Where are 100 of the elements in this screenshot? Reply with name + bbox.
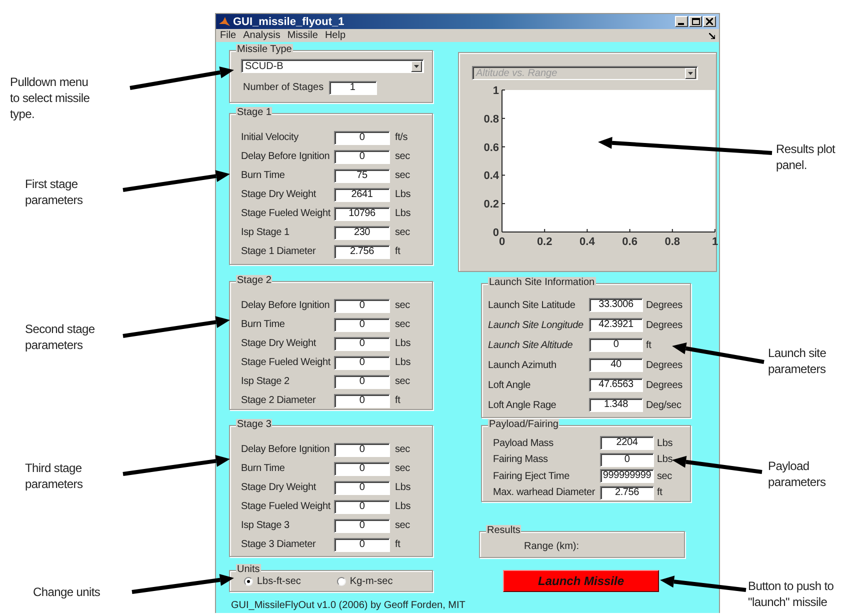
tick-label: 0.2	[536, 236, 552, 248]
unit-label: ft	[395, 246, 402, 257]
field-label: Fairing Eject Time	[493, 470, 570, 482]
field-label: Isp Stage 1	[241, 227, 290, 238]
input-field[interactable]: 0	[334, 150, 390, 164]
input-field[interactable]: 0	[334, 394, 390, 408]
input-field[interactable]: 10796	[334, 206, 390, 220]
tick-label: 0	[492, 227, 499, 239]
field-label: Delay Before Ignition	[241, 151, 329, 162]
input-field[interactable]: 2204	[600, 436, 654, 450]
unit-label: Lbs	[657, 438, 674, 449]
tick-label: 0.8	[484, 113, 499, 126]
field-label: Isp Stage 3	[241, 520, 290, 531]
app-icon	[219, 16, 230, 27]
unit-label: Deg/sec	[646, 400, 682, 410]
unit-label: Degrees	[646, 380, 684, 390]
tick-label: 0.6	[622, 236, 638, 248]
callout-text: Launch site parameters	[768, 346, 826, 376]
field-label: Stage 3 Diameter	[241, 539, 317, 550]
tick-label: 0.8	[664, 236, 680, 248]
menu-item[interactable]: Missile	[287, 30, 318, 41]
input-field[interactable]: 33.3006	[589, 298, 643, 312]
tick-label: 0.4	[484, 170, 499, 182]
footer-text: GUI_MissileFlyOut v1.0 (2006) by Geoff Forden, MIT	[231, 600, 466, 611]
unit-label: sec	[395, 520, 411, 531]
input-field[interactable]: 47.6563	[589, 378, 643, 392]
input-field[interactable]: 1	[328, 80, 377, 94]
missile-dropdown[interactable]: SCUD-B	[241, 59, 424, 73]
input-field[interactable]: 0	[334, 318, 390, 332]
field-label: Burn Time	[241, 170, 286, 181]
field-label: Stage 1 Diameter	[241, 246, 317, 257]
field-label: Stage Fueled Weight	[241, 357, 329, 368]
unit-label: Lbs	[395, 357, 412, 368]
input-field[interactable]: 0	[334, 298, 390, 312]
input-field[interactable]: 0	[600, 452, 654, 467]
launch-button[interactable]: Launch Missile	[503, 570, 659, 592]
arrow-icon[interactable]	[709, 32, 715, 38]
callout-text: Third stage parameters	[25, 461, 83, 491]
input-field[interactable]: 0	[334, 336, 390, 350]
input-field[interactable]: 0	[334, 356, 390, 370]
group-title: Stage 3	[236, 419, 272, 431]
field-label: Stage Fueled Weight	[241, 208, 329, 219]
input-field[interactable]: 1.348	[589, 398, 643, 412]
menu-item[interactable]: File	[220, 30, 236, 41]
tick-label: 1	[712, 236, 718, 248]
window-title: GUI_missile_flyout_1	[233, 16, 346, 28]
radio-button[interactable]	[336, 577, 346, 586]
unit-label: Lbs	[395, 501, 412, 512]
field-label: Stage Dry Weight	[241, 189, 318, 200]
input-field[interactable]: 42.3921	[589, 318, 643, 332]
tick-label: 0	[498, 236, 506, 248]
caret-icon	[685, 68, 696, 78]
unit-label: ft	[657, 487, 664, 498]
field-label: Launch Site Longitude	[488, 320, 584, 330]
input-field[interactable]: 0	[334, 518, 390, 532]
input-field[interactable]: 0	[589, 338, 643, 352]
input-field[interactable]: 0	[334, 130, 390, 144]
menu-item[interactable]: Analysis	[243, 30, 280, 41]
input-field[interactable]: 0	[334, 538, 390, 552]
unit-label: sec	[395, 151, 411, 162]
unit-label: ft	[395, 395, 402, 406]
input-field[interactable]: 2641	[334, 188, 390, 202]
input-field[interactable]: 0	[334, 374, 390, 388]
tick-label: 0.2	[484, 198, 499, 211]
field-label: Fairing Mass	[493, 454, 549, 466]
field-label: Number of Stages	[243, 82, 324, 93]
input-field[interactable]: 0	[334, 500, 390, 514]
input-field[interactable]: 0	[334, 442, 390, 456]
unit-label: Degrees	[646, 360, 684, 370]
group-title: Missile Type	[236, 44, 293, 56]
field-label: Launch Site Altitude	[488, 340, 574, 350]
maximize-button[interactable]	[689, 16, 702, 27]
close-icon	[706, 18, 713, 25]
close-button[interactable]	[703, 16, 716, 27]
unit-label: sec	[395, 170, 411, 181]
field-label: Delay Before Ignition	[241, 444, 329, 455]
menu-item[interactable]: Help	[324, 30, 346, 41]
input-field[interactable]: 75	[334, 168, 390, 182]
input-field[interactable]: 40	[589, 358, 643, 372]
tick-label: 0.6	[484, 142, 499, 154]
unit-label: sec	[657, 470, 673, 482]
input-field[interactable]: 0	[334, 462, 390, 476]
callout-text: Second stage parameters	[25, 322, 95, 352]
radio-label: Kg-m-sec	[350, 576, 393, 587]
field-label: Delay Before Ignition	[241, 300, 329, 311]
input-field[interactable]: 0	[334, 480, 390, 494]
minimize-button[interactable]	[675, 16, 688, 27]
unit-label: ft	[646, 340, 652, 350]
input-field[interactable]: 230	[334, 226, 390, 240]
input-field[interactable]: 2.756	[600, 486, 654, 500]
radio-button[interactable]	[244, 577, 253, 586]
unit-label: ft/s	[395, 132, 409, 143]
field-label: Isp Stage 2	[241, 376, 290, 387]
caret-icon	[411, 60, 422, 72]
input-field[interactable]: 999999999	[600, 469, 654, 484]
callout-text: Change units	[33, 585, 100, 599]
group-title: Stage 2	[236, 275, 272, 287]
tick-label: 0.4	[580, 236, 595, 248]
input-field[interactable]: 2.756	[334, 244, 390, 258]
group-title: Payload/Fairing	[488, 419, 560, 431]
